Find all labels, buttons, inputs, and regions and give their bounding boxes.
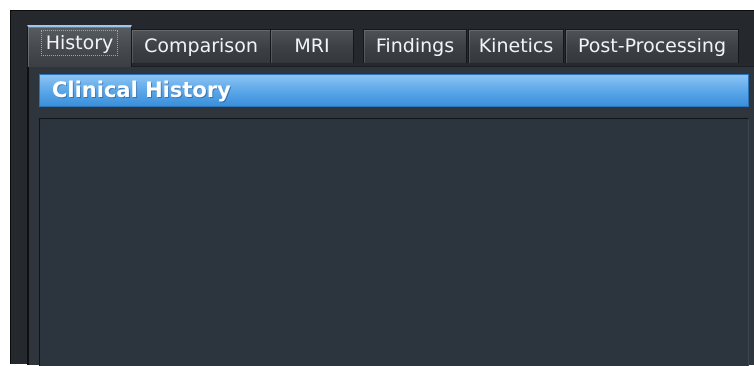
- tab-history[interactable]: History: [27, 25, 132, 67]
- tab-kinetics-label: Kinetics: [478, 35, 554, 57]
- tab-mri-label: MRI: [294, 35, 330, 57]
- tab-findings-label: Findings: [375, 35, 455, 57]
- tab-post-processing-label: Post-Processing: [577, 35, 727, 57]
- tab-strip: History Comparison MRI Findings Kinetics…: [11, 11, 754, 67]
- tab-mri[interactable]: MRI: [270, 29, 354, 63]
- tab-post-processing[interactable]: Post-Processing: [565, 29, 739, 63]
- tab-history-label: History: [40, 30, 119, 56]
- clinical-history-text-area[interactable]: [39, 118, 749, 366]
- tab-kinetics[interactable]: Kinetics: [468, 29, 564, 63]
- history-content-panel: Clinical History: [27, 66, 754, 366]
- tab-comparison[interactable]: Comparison: [131, 29, 271, 63]
- clinical-history-header: Clinical History: [39, 74, 749, 107]
- tab-findings[interactable]: Findings: [363, 29, 467, 63]
- clinical-history-window: History Comparison MRI Findings Kinetics…: [10, 10, 754, 366]
- tab-comparison-label: Comparison: [144, 35, 258, 57]
